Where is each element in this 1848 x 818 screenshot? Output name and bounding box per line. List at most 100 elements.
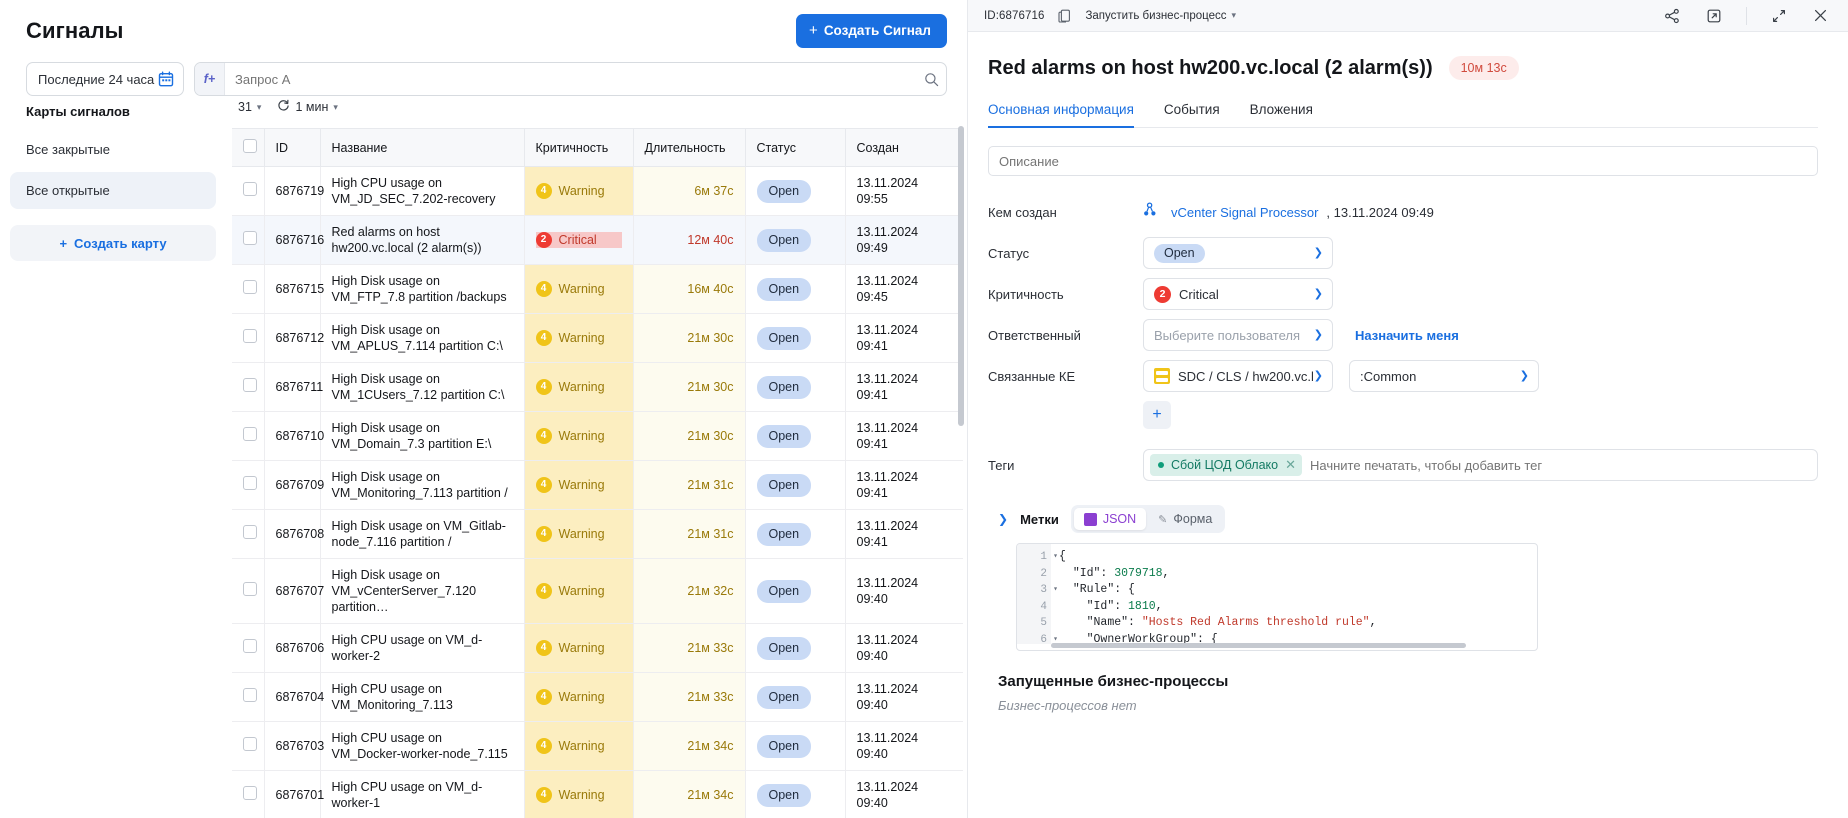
row-checkbox[interactable] (243, 427, 257, 441)
labels-json-button[interactable]: JSON (1073, 508, 1147, 530)
code-scrollbar-thumb[interactable] (1051, 643, 1467, 648)
cell-duration: 6м 37с (633, 166, 746, 216)
page-size-selector[interactable]: 31 ▾ (238, 100, 261, 114)
open-external-icon[interactable] (1700, 8, 1728, 24)
row-checkbox[interactable] (243, 182, 257, 196)
field-created-by: Кем создан vCenter Signal Processor , 13… (988, 192, 1818, 232)
tab-events[interactable]: События (1164, 102, 1220, 127)
tag-input[interactable] (1308, 456, 1811, 474)
severity-number: 2 (535, 232, 552, 248)
expand-icon[interactable] (1765, 8, 1793, 24)
copy-icon[interactable] (1058, 9, 1071, 23)
row-checkbox[interactable] (243, 280, 257, 294)
code-content[interactable]: { "Id": 3079718, "Rule": { "Id": 1810, "… (1051, 544, 1537, 644)
table-row[interactable]: 6876712 High Disk usage on VM_APLUS_7.114… (232, 313, 963, 363)
search-icon[interactable] (916, 72, 946, 87)
row-checkbox[interactable] (243, 582, 257, 596)
severity-number: 4 (535, 281, 552, 297)
row-checkbox[interactable] (243, 329, 257, 343)
column-header-created[interactable]: Создан (845, 128, 963, 167)
row-checkbox-cell (232, 264, 265, 314)
time-range-picker[interactable]: Последние 24 часа (26, 62, 184, 96)
code-line-number: 2 (1040, 567, 1047, 580)
row-checkbox[interactable] (243, 737, 257, 751)
cell-name: High CPU usage on VM_d-worker-2 (320, 623, 525, 673)
related-ci-select[interactable]: SDC / CLS / hw200.vc.local ❯ (1143, 360, 1333, 392)
labels-form-button[interactable]: ✎ Форма (1148, 508, 1222, 530)
table-row[interactable]: 6876706 High CPU usage on VM_d-worker-2 4 W… (232, 623, 963, 673)
cell-name: High CPU usage on VM_d-worker-1 (320, 770, 525, 818)
chevron-down-icon[interactable]: ❯ (998, 512, 1008, 526)
add-ci-button[interactable]: + (1143, 401, 1171, 429)
severity-label: Критичность (988, 286, 1064, 302)
create-signal-button[interactable]: + Создать Сигнал (796, 14, 947, 48)
row-checkbox[interactable] (243, 688, 257, 702)
sidebar-item-all-open[interactable]: Все открытые (10, 172, 216, 209)
column-header-status[interactable]: Статус (745, 128, 846, 167)
description-input[interactable] (988, 146, 1818, 176)
row-checkbox[interactable] (243, 231, 257, 245)
assignee-select[interactable]: Выберите пользователя ❯ (1143, 319, 1333, 351)
share-icon[interactable] (1658, 8, 1686, 24)
tab-attachments[interactable]: Вложения (1250, 102, 1313, 127)
close-icon[interactable] (1807, 8, 1834, 23)
severity-badge-group: 4 Warning (535, 738, 622, 754)
remove-tag-icon[interactable]: ✕ (1285, 457, 1296, 473)
sidebar-item-all-closed[interactable]: Все закрытые (10, 131, 216, 168)
row-checkbox-cell (232, 313, 265, 363)
row-checkbox[interactable] (243, 525, 257, 539)
ci-type-select[interactable]: :Common ❯ (1349, 360, 1539, 392)
table-scrollbar-thumb[interactable] (958, 126, 964, 426)
run-business-process-menu[interactable]: Запустить бизнес-процесс ▾ (1085, 10, 1236, 22)
select-all-checkbox[interactable] (243, 139, 257, 153)
row-checkbox[interactable] (243, 786, 257, 800)
table-row[interactable]: 6876708 High Disk usage on VM_Gitlab-node… (232, 509, 963, 559)
status-badge: Open (756, 228, 812, 252)
assign-me-link[interactable]: Назначить меня (1355, 328, 1459, 343)
row-checkbox-cell (232, 721, 265, 771)
field-related-ci: Связанные КЕ SDC / CLS / hw200.vc.local … (988, 356, 1818, 396)
code-line: "Id": 1810, (1086, 599, 1163, 613)
cell-severity: 4 Warning (524, 166, 634, 216)
create-map-button[interactable]: + Создать карту (10, 225, 216, 261)
status-select[interactable]: Open ❯ (1143, 237, 1333, 269)
topbar-divider (1746, 6, 1747, 25)
table-scrollbar[interactable] (958, 126, 964, 818)
severity-number: 4 (535, 477, 552, 493)
plus-icon: + (809, 22, 818, 39)
column-header-id[interactable]: ID (264, 128, 321, 167)
created-by-link[interactable]: vCenter Signal Processor (1171, 205, 1318, 220)
table-row[interactable]: 6876719 High CPU usage on VM_JD_SEC_7.202… (232, 166, 963, 216)
table-row[interactable]: 6876709 High Disk usage on VM_Monitoring_… (232, 460, 963, 510)
table-row[interactable]: 6876707 High Disk usage on VM_vCenterServ… (232, 558, 963, 624)
table-row[interactable]: 6876703 High CPU usage on VM_Docker-worke… (232, 721, 963, 771)
query-input[interactable] (225, 71, 916, 87)
table-row[interactable]: 6876715 High Disk usage on VM_FTP_7.8 par… (232, 264, 963, 314)
function-icon[interactable]: f+ (195, 63, 225, 95)
table-row[interactable]: 6876710 High Disk usage on VM_Domain_7.3 … (232, 411, 963, 461)
row-checkbox[interactable] (243, 378, 257, 392)
row-checkbox[interactable] (243, 476, 257, 490)
row-checkbox[interactable] (243, 639, 257, 653)
table-row[interactable]: 6876704 High CPU usage on VM_Monitoring_7… (232, 672, 963, 722)
severity-select[interactable]: 2 Critical ❯ (1143, 278, 1333, 310)
table-row[interactable]: 6876701 High CPU usage on VM_d-worker-1 4 W… (232, 770, 963, 818)
fold-icon[interactable]: ▾ (1053, 582, 1058, 599)
column-header-duration[interactable]: Длительность (633, 128, 746, 167)
table-row[interactable]: 6876711 High Disk usage on VM_1CUsers_7.1… (232, 362, 963, 412)
tab-main-info[interactable]: Основная информация (988, 102, 1134, 128)
code-horizontal-scrollbar[interactable] (1051, 643, 1534, 648)
refresh-interval-selector[interactable]: 1 мин ▾ (277, 99, 338, 115)
table-row[interactable]: 6876716 Red alarms on host hw200.vc.local… (232, 215, 963, 265)
calendar-icon (158, 71, 174, 87)
tags-field[interactable]: Сбой ЦОД Облако ✕ (1143, 449, 1818, 481)
status-label: Статус (988, 245, 1030, 261)
severity-badge-group: 2 Critical (535, 232, 622, 248)
column-header-name[interactable]: Название (320, 128, 525, 167)
labels-json-editor[interactable]: 1▾23▾456▾7 { "Id": 3079718, "Rule": { "I… (1016, 543, 1538, 651)
column-header-severity[interactable]: Критичность (524, 128, 634, 167)
table-header-row: ID Название Критичность Длительность Ста… (232, 128, 963, 167)
fold-icon[interactable]: ▾ (1053, 549, 1058, 566)
severity-label: Warning (558, 584, 605, 598)
cell-created: 13.11.2024 09:41 (845, 362, 963, 412)
